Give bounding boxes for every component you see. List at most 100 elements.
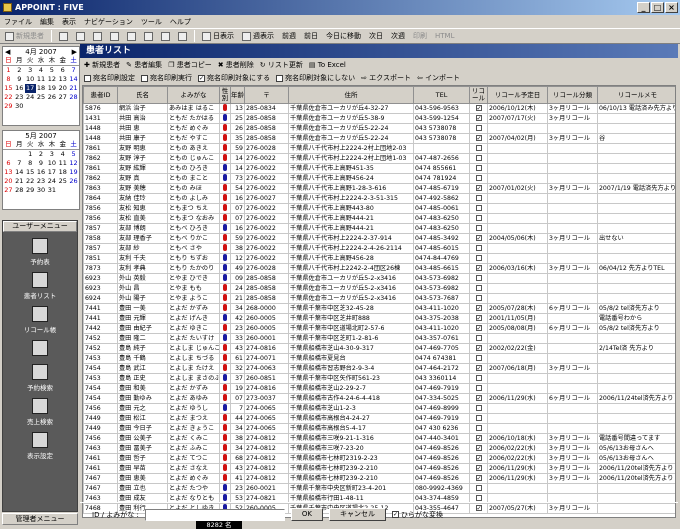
table-row[interactable]: 7467 豊田 恵美 とよだ めぐみ 41 274-0812 千葉県船橋市七林町239-2… <box>83 473 675 484</box>
calendar-day[interactable]: 3 <box>25 66 36 75</box>
maximize-button[interactable]: □ <box>651 2 664 13</box>
calendar-day[interactable]: 13 <box>57 75 68 84</box>
column-header[interactable]: リコール分類 <box>547 86 598 104</box>
column-header[interactable]: リコール <box>469 86 488 104</box>
calendar-day[interactable]: 4 <box>36 66 47 75</box>
column-header[interactable]: 住所 <box>288 86 414 104</box>
recall-checkbox[interactable] <box>475 384 482 391</box>
recall-checkbox[interactable] <box>475 294 482 301</box>
calendar-day[interactable]: 12 <box>68 159 79 168</box>
recall-checkbox[interactable] <box>475 494 482 501</box>
recall-checkbox[interactable] <box>475 244 482 251</box>
table-row[interactable]: 7452 豊田 隆二 とよだ たいすけ 33 260-0001 千葉県千葉市中区芝町1-2… <box>83 333 675 344</box>
calendar-day[interactable]: 10 <box>25 75 36 84</box>
search-input[interactable] <box>144 508 285 521</box>
table-row[interactable]: 6924 外山 陽子 とやま ようこ 21 285-0858 千葉県佐倉市ユーカリが丘5-… <box>83 293 675 304</box>
table-row[interactable]: 7456 豊田 元之 とよだ ゆうし 7 274-0065 千葉県船橋市芝山1-2-3 04… <box>83 403 675 414</box>
table-row[interactable]: 7461 豊田 哲子 とよだ てつこ 68 274-0812 千葉県船橋市七林町2319-… <box>83 453 675 464</box>
calendar-day[interactable]: 27 <box>3 186 14 195</box>
recall-checkbox[interactable]: ✓ <box>475 395 482 402</box>
recall-checkbox[interactable]: ✓ <box>475 435 482 442</box>
calendar-day[interactable]: 23 <box>36 177 47 186</box>
user-menu-title[interactable]: ユーザーメニュー <box>3 221 77 232</box>
calendar-day[interactable]: 2 <box>36 150 47 159</box>
column-header[interactable]: リコール予定日 <box>487 86 548 104</box>
delete-button[interactable] <box>107 30 122 43</box>
calendar-day[interactable]: 8 <box>25 159 36 168</box>
recall-checkbox[interactable]: ✓ <box>475 305 482 312</box>
import-button[interactable]: ⇦ インポート <box>417 73 460 83</box>
recall-checkbox[interactable] <box>475 144 482 151</box>
calendar-next-icon[interactable]: ▶ <box>72 48 77 56</box>
recall-checkbox[interactable] <box>475 374 482 381</box>
export-button[interactable]: ⇨ エクスポート <box>361 73 411 83</box>
recall-checkbox[interactable]: ✓ <box>475 465 482 472</box>
recall-checkbox[interactable] <box>475 284 482 291</box>
menu-view[interactable]: 表示 <box>62 17 76 27</box>
calendar-day[interactable]: 9 <box>14 75 25 84</box>
recall-checkbox[interactable] <box>475 404 482 411</box>
recall-checkbox[interactable]: ✓ <box>475 455 482 462</box>
table-row[interactable]: 6923 外山 昌とやま もも 24 285-0858 千葉県佐倉市ユーカリが丘5-2-… <box>83 283 675 294</box>
calendar-day[interactable]: 3 <box>46 150 57 159</box>
column-header[interactable]: リコールメモ <box>597 86 675 104</box>
menu-navigation[interactable]: ナビゲーション <box>84 17 133 27</box>
table-row[interactable]: 7863 友野 美穂 ともの みほ 54 276-0022 千葉県八千代市上高野1-28-… <box>83 183 675 194</box>
prev-week-button[interactable]: 前週 <box>279 30 299 43</box>
table-row[interactable]: 7861 友野 明恵 ともの あきえ 59 276-0028 千葉県八千代市村上2224-… <box>83 143 675 154</box>
table-row[interactable]: 7454 豊田 勤ゆみ とよだ あゆみ 07 273-0037 千葉県船橋市古作4-24-… <box>83 393 675 404</box>
label-print-run-button[interactable]: 宛名印刷実行 <box>141 73 192 83</box>
table-row[interactable]: 7449 豊田 松江 とよだ まつえ 44 274-0065 千葉県船橋市高根台4-24-… <box>83 413 675 424</box>
close-button[interactable]: × <box>665 2 678 13</box>
recall-checkbox[interactable]: ✓ <box>475 235 482 242</box>
admin-menu-button[interactable]: 管理者メニュー <box>2 513 78 525</box>
calendar-day[interactable]: 19 <box>46 84 57 93</box>
column-header[interactable]: 〒 <box>244 86 289 104</box>
calendar-day[interactable]: 12 <box>46 75 57 84</box>
next-week-button[interactable]: 次週 <box>388 30 408 43</box>
table-row[interactable]: 5876 網浜 治子 あみはま はるこ 13 285-0834 千葉県佐倉市ユーカリが丘4… <box>83 103 675 114</box>
menu-edit[interactable]: 編集 <box>40 17 54 27</box>
print-button[interactable]: 印刷 <box>410 30 430 43</box>
calendar-day[interactable]: 7 <box>68 66 79 75</box>
calendar-day[interactable]: 21 <box>14 177 25 186</box>
recall-checkbox[interactable]: ✓ <box>475 115 482 122</box>
recall-checkbox[interactable] <box>475 204 482 211</box>
recall-checkbox[interactable] <box>475 334 482 341</box>
recall-checkbox[interactable]: ✓ <box>475 365 482 372</box>
recall-checkbox[interactable]: ✓ <box>475 445 482 452</box>
calendar-day[interactable]: 4 <box>57 150 68 159</box>
calendar-day[interactable]: 18 <box>57 168 68 177</box>
cancel-button[interactable]: キャンセル <box>328 508 386 521</box>
unmark-print-target-button[interactable]: 宛名印刷対象にしない <box>276 73 355 83</box>
calendar-day[interactable]: 11 <box>36 75 47 84</box>
calendar-day[interactable]: 9 <box>36 159 47 168</box>
calendar-day[interactable]: 1 <box>3 66 14 75</box>
calendar-day[interactable]: 23 <box>14 93 25 102</box>
recall-checkbox[interactable]: ✓ <box>475 475 482 482</box>
calendar-day[interactable]: 26 <box>46 93 57 102</box>
recall-checkbox[interactable] <box>475 254 482 261</box>
recall-checkbox[interactable] <box>475 174 482 181</box>
calendar-day[interactable]: 7 <box>14 159 25 168</box>
recall-checkbox[interactable] <box>475 194 482 201</box>
recall-checkbox[interactable] <box>475 214 482 221</box>
minimize-button[interactable]: _ <box>637 2 650 13</box>
menu-item-appointment-search[interactable]: 予約検索 <box>3 364 77 392</box>
table-row[interactable]: 7441 豊田 一美 とよだ かずみ 34 268-0000 千葉県千葉市中区芝32-45… <box>83 303 675 314</box>
calendar-day[interactable]: 22 <box>3 93 14 102</box>
table-row[interactable]: 7454 豊田 和美 とよだ かずみ 19 274-0816 千葉県船橋市芝山2-29-2… <box>83 383 675 394</box>
calendar-day[interactable]: 24 <box>25 93 36 102</box>
recall-checkbox[interactable]: ✓ <box>475 105 482 112</box>
table-row[interactable]: 7467 豊田 立也 とよだ たつや 23 260-0021 千葉県千葉市中央区新町23-… <box>83 483 675 494</box>
lock-button[interactable] <box>158 30 173 43</box>
calendar-day[interactable]: 5 <box>46 66 57 75</box>
table-row[interactable]: 7857 友部 紗ともべ さや 38 276-0022 千葉県八千代市村上2224-2-… <box>83 243 675 254</box>
table-row[interactable]: 7857 友部 博朗 ともべ ひろき 16 276-0022 千葉県八千代市上高野444-… <box>83 223 675 234</box>
recall-checkbox[interactable]: ✓ <box>475 315 482 322</box>
table-row[interactable]: 1448 共田 康子 ともだ やすこ 35 285-0858 千葉県佐倉市ユーカリが丘5-… <box>83 133 675 144</box>
delete-patient-button[interactable]: ✖ 患者削除 <box>218 60 254 70</box>
table-row[interactable]: 6923 外山 英毅 とやま ひでき 09 285-0858 千葉県佐倉市ユーカリが丘5-… <box>83 273 675 284</box>
calendar-day[interactable]: 14 <box>14 168 25 177</box>
undo-button[interactable] <box>124 30 139 43</box>
